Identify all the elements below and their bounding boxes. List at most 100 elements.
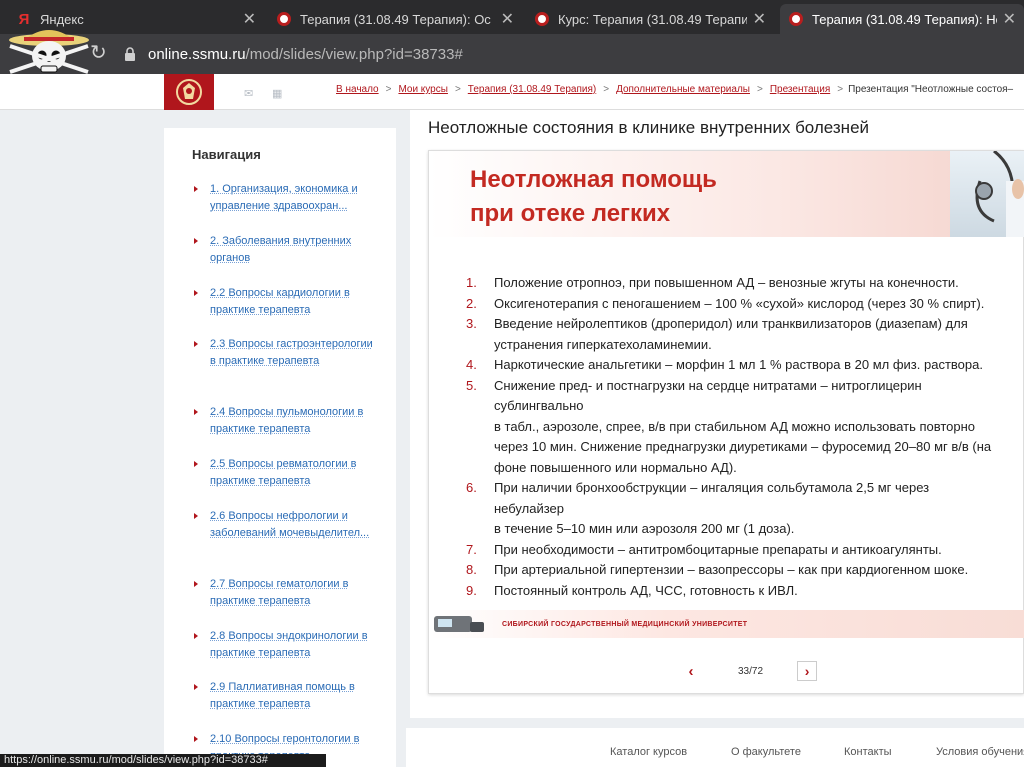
university-crest-icon [276, 11, 292, 27]
nav-item-label[interactable]: 2.7 Вопросы гематологии в практике терап… [210, 576, 374, 610]
university-crest-icon [788, 11, 804, 27]
nav-item[interactable]: 2.2 Вопросы кардиологии в практике терап… [194, 285, 374, 319]
bullet-arrow-icon [194, 461, 198, 467]
breadcrumb-link[interactable]: Мои курсы [398, 84, 448, 95]
step-item: 2. Оксигенотерапия с пеногашением – 100 %… [466, 294, 1024, 315]
university-logo-icon[interactable] [164, 74, 214, 110]
step-item: 9. Постоянный контроль АД, ЧСС, готовност… [466, 581, 1024, 602]
close-tab-icon[interactable]: ✕ [1003, 9, 1016, 29]
slide-heading-line2: при отеке легких [470, 200, 671, 227]
browser-tab[interactable]: Курс: Терапия (31.08.49 Терапи ✕ [526, 4, 774, 34]
breadcrumb-current: Презентация "Неотложные состоя– [848, 84, 1014, 95]
step-item: 7. При необходимости – антитромбоцитарные… [466, 540, 1024, 561]
lock-icon [125, 47, 135, 61]
slide-footer-band: СИБИРСКИЙ ГОСУДАРСТВЕННЫЙ МЕДИЦИНСКИЙ УН… [430, 610, 1024, 638]
nav-item[interactable]: 2.4 Вопросы пульмонологии в практике тер… [194, 404, 374, 438]
bullet-arrow-icon [194, 581, 198, 587]
close-tab-icon[interactable]: ✕ [753, 9, 766, 29]
step-text: Снижение пред- и постнагрузки на сердце … [494, 377, 992, 475]
step-number: 5. [466, 377, 477, 393]
step-number: 1. [466, 275, 477, 290]
breadcrumb-separator: > [837, 84, 844, 95]
step-number: 7. [466, 541, 477, 557]
grid-icon[interactable]: ▦ [272, 87, 282, 100]
step-item: 6. При наличии бронхообструкции – ингаляц… [466, 478, 1024, 540]
nav-item-label[interactable]: 2.8 Вопросы эндокринологии в практике те… [210, 628, 374, 662]
bullet-arrow-icon [194, 186, 198, 192]
footer-link-catalog[interactable]: Каталог курсов [610, 746, 687, 758]
step-item: 3. Введение нейролептиков (дроперидол) ил… [466, 314, 1024, 355]
nav-item-label[interactable]: 2.9 Паллиативная помощь в практике терап… [210, 679, 374, 713]
nav-item[interactable]: 2.8 Вопросы эндокринологии в практике те… [194, 628, 374, 662]
nav-item-label[interactable]: 2. Заболевания внутренних органов [210, 233, 374, 267]
breadcrumb-link[interactable]: Терапия (31.08.49 Терапия) [468, 84, 596, 95]
tab-title: Курс: Терапия (31.08.49 Терапи [558, 11, 747, 27]
breadcrumb-link[interactable]: Дополнительные материалы [616, 84, 750, 95]
step-item: 5. Снижение пред- и постнагрузки на сердц… [466, 376, 1024, 479]
step-number: 6. [466, 480, 477, 495]
bullet-arrow-icon [194, 736, 198, 742]
status-bar-url: https://online.ssmu.ru/mod/slides/view.p… [0, 754, 326, 767]
university-name: СИБИРСКИЙ ГОСУДАРСТВЕННЫЙ МЕДИЦИНСКИЙ УН… [502, 620, 748, 628]
university-crest-icon [534, 11, 550, 27]
step-number: 3. [466, 316, 477, 331]
url-host: online.ssmu.ru [148, 45, 246, 63]
nav-item-label[interactable]: 2.5 Вопросы ревматологии в практике тера… [210, 456, 374, 490]
reload-icon[interactable]: ↻ [90, 42, 107, 64]
mail-icon[interactable]: ✉ [244, 87, 253, 100]
nav-item-label[interactable]: 1. Организация, экономика и управление з… [210, 181, 374, 215]
step-text: Введение нейролептиков (дроперидол) или … [494, 316, 968, 352]
tab-title: Терапия (31.08.49 Терапия): Ос [300, 11, 491, 27]
step-text: Наркотические анальгетики – морфин 1 мл … [494, 357, 983, 372]
breadcrumb-link[interactable]: Презентация [770, 84, 830, 95]
nav-item-label[interactable]: 2.3 Вопросы гастроэнтерологии в практике… [210, 336, 374, 370]
tab-title: Яндекс [40, 11, 84, 27]
breadcrumb-separator: > [603, 84, 610, 95]
step-text: Положение отропноэ, при повышенном АД – … [494, 275, 959, 290]
breadcrumb-link[interactable]: В начало [336, 84, 379, 95]
page-title: Неотложные состояния в клинике внутренни… [428, 118, 870, 137]
browser-tab[interactable]: Терапия (31.08.49 Терапия): Ос ✕ [268, 4, 522, 34]
step-item: 1. Положение отропноэ, при повышенном АД … [466, 273, 1024, 294]
url-path: /mod/slides/view.php?id=38733# [245, 45, 463, 63]
prev-slide-button[interactable]: ‹ [680, 663, 702, 680]
bullet-arrow-icon [194, 341, 198, 347]
nav-item[interactable]: 2.5 Вопросы ревматологии в практике тера… [194, 456, 374, 490]
navigation-title: Навигация [192, 147, 261, 162]
footer-link-about[interactable]: О факультете [731, 746, 801, 758]
step-number: 8. [466, 562, 477, 577]
browser-tab[interactable]: Терапия (31.08.49 Терапия): Не ✕ [780, 4, 1024, 34]
close-tab-icon[interactable]: ✕ [243, 9, 256, 29]
nav-item-label[interactable]: 2.6 Вопросы нефрологии и заболеваний моч… [210, 508, 374, 542]
nav-item[interactable]: 2.3 Вопросы гастроэнтерологии в практике… [194, 336, 374, 370]
nav-item[interactable]: 2.9 Паллиативная помощь в практике терап… [194, 679, 374, 713]
close-tab-icon[interactable]: ✕ [501, 9, 514, 29]
tab-title: Терапия (31.08.49 Терапия): Не [812, 11, 997, 27]
url-field[interactable]: online.ssmu.ru/mod/slides/view.php?id=38… [124, 41, 1024, 67]
footer-link-conditions[interactable]: Условия обучения [936, 746, 1024, 758]
nav-item[interactable]: 1. Организация, экономика и управление з… [194, 181, 374, 215]
pirate-skull-avatar-icon[interactable] [4, 28, 94, 76]
step-text: При наличии бронхообструкции – ингаляция… [494, 480, 930, 536]
bullet-arrow-icon [194, 513, 198, 519]
breadcrumb: В начало > Мои курсы > Терапия (31.08.49 Тер… [334, 84, 1013, 95]
bullet-arrow-icon [194, 290, 198, 296]
step-text: Оксигенотерапия с пеногашением – 100 % «… [494, 295, 985, 311]
nav-item-label[interactable]: 2.2 Вопросы кардиологии в практике терап… [210, 285, 374, 319]
next-slide-button[interactable]: › [797, 661, 818, 681]
steps-list: 1. Положение отропноэ, при повышенном АД … [466, 273, 1024, 601]
nav-item[interactable]: 2. Заболевания внутренних органов [194, 233, 374, 267]
step-item: 8. При артериальной гипертензии – вазопре… [466, 560, 1024, 581]
breadcrumb-separator: > [454, 84, 461, 95]
nav-item[interactable]: 2.7 Вопросы гематологии в практике терап… [194, 576, 374, 610]
nav-item[interactable]: 2.6 Вопросы нефрологии и заболеваний моч… [194, 508, 374, 542]
yandex-icon: Я [18, 10, 30, 28]
step-number: 9. [466, 582, 477, 598]
step-text: Постоянный контроль АД, ЧСС, готовность … [494, 582, 798, 598]
breadcrumb-separator: > [756, 84, 763, 95]
step-text: При артериальной гипертензии – вазопресс… [494, 562, 969, 577]
footer-link-contacts[interactable]: Контакты [844, 746, 892, 758]
nav-item-label[interactable]: 2.4 Вопросы пульмонологии в практике тер… [210, 404, 374, 438]
bullet-arrow-icon [194, 238, 198, 244]
breadcrumb-separator: > [385, 84, 392, 95]
